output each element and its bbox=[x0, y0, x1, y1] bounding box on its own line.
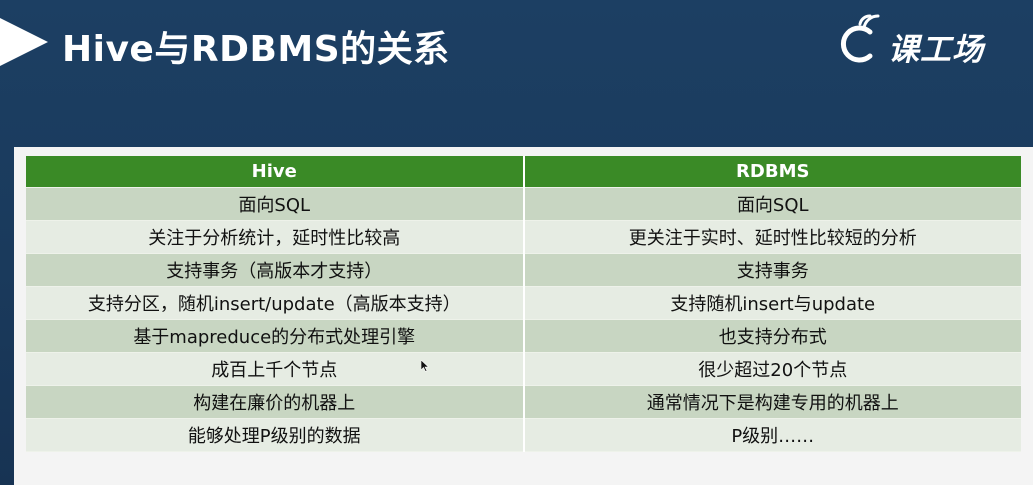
table-row: 基于mapreduce的分布式处理引擎 也支持分布式 bbox=[26, 319, 1021, 353]
column-header-rdbms: RDBMS bbox=[523, 156, 1021, 188]
table-cell-hive: 支持分区，随机insert/update（高版本支持） bbox=[26, 286, 525, 320]
mouse-cursor-icon bbox=[421, 360, 429, 372]
table-header-row: Hive RDBMS bbox=[26, 156, 1021, 188]
table-row: 成百上千个节点 很少超过20个节点 bbox=[26, 352, 1021, 386]
table-cell-hive: 成百上千个节点 bbox=[26, 352, 525, 386]
table-row: 能够处理P级别的数据 P级别…… bbox=[26, 418, 1021, 452]
table-cell-hive: 构建在廉价的机器上 bbox=[26, 385, 525, 419]
signal-c-icon bbox=[840, 14, 880, 63]
table-cell-hive: 支持事务（高版本才支持） bbox=[26, 253, 525, 287]
table-row: 面向SQL 面向SQL bbox=[26, 187, 1021, 221]
table-row: 构建在廉价的机器上 通常情况下是构建专用的机器上 bbox=[26, 385, 1021, 419]
table-cell-rdbms: 支持随机insert与update bbox=[523, 286, 1021, 320]
table-cell-rdbms: 很少超过20个节点 bbox=[523, 352, 1021, 386]
table-cell-hive: 基于mapreduce的分布式处理引擎 bbox=[26, 319, 525, 353]
slide-title: Hive与RDBMS的关系 bbox=[62, 29, 450, 70]
table-cell-rdbms: 面向SQL bbox=[523, 187, 1021, 221]
logo: 课工场 bbox=[830, 12, 1005, 74]
table-cell-hive: 能够处理P级别的数据 bbox=[26, 418, 525, 452]
table-row: 支持分区，随机insert/update（高版本支持） 支持随机insert与u… bbox=[26, 286, 1021, 320]
column-header-hive: Hive bbox=[26, 156, 525, 188]
table-cell-hive: 关注于分析统计，延时性比较高 bbox=[26, 220, 525, 254]
play-icon bbox=[0, 18, 48, 66]
table-cell-rdbms: 通常情况下是构建专用的机器上 bbox=[523, 385, 1021, 419]
table-cell-rdbms: P级别…… bbox=[523, 418, 1021, 452]
table-cell-hive: 面向SQL bbox=[26, 187, 525, 221]
table-cell-rdbms: 也支持分布式 bbox=[523, 319, 1021, 353]
table-cell-rdbms: 更关注于实时、延时性比较短的分析 bbox=[523, 220, 1021, 254]
comparison-table: Hive RDBMS 面向SQL 面向SQL 关注于分析统计，延时性比较高 更关… bbox=[26, 156, 1021, 452]
logo-text: 课工场 bbox=[888, 32, 984, 68]
table-panel: Hive RDBMS 面向SQL 面向SQL 关注于分析统计，延时性比较高 更关… bbox=[14, 147, 1033, 485]
table-row: 支持事务（高版本才支持） 支持事务 bbox=[26, 253, 1021, 287]
table-cell-rdbms: 支持事务 bbox=[523, 253, 1021, 287]
table-row: 关注于分析统计，延时性比较高 更关注于实时、延时性比较短的分析 bbox=[26, 220, 1021, 254]
